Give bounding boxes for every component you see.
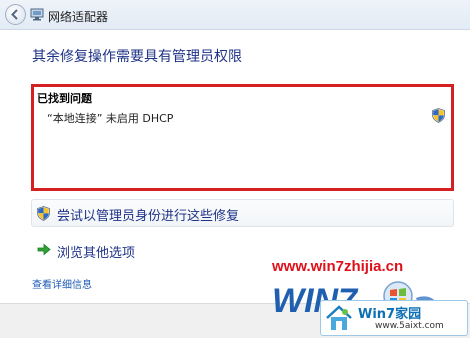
run-as-admin-fix-button[interactable]: 尝试以管理员身份进行这些修复 [31,199,454,227]
problems-found-panel: 已找到问题 “本地连接” 未启用 DHCP [31,84,454,191]
watermark-url: www.win7zhijia.cn [272,258,404,275]
back-arrow-icon [11,9,18,20]
green-arrow-icon [37,243,51,256]
view-details-link[interactable]: 查看详细信息 [32,276,92,291]
window-title: 网络适配器 [48,10,109,24]
browse-other-options-label: 浏览其他选项 [57,246,136,261]
title-bar: 网络适配器 [0,0,470,30]
network-adapter-icon [30,8,44,21]
uac-shield-icon [432,108,445,123]
uac-shield-icon [37,206,50,221]
win7-home-badge: Win7家园 www.5aixt.com [320,300,468,336]
page-heading: 其余修复操作需要具有管理员权限 [32,49,242,65]
problem-item[interactable]: “本地连接” 未启用 DHCP [47,110,173,126]
browse-other-options-button[interactable]: 浏览其他选项 [31,238,291,262]
problems-title: 已找到问题 [37,92,92,105]
house-icon [326,305,352,330]
watermark-site-domain: www.5aixt.com [375,321,444,331]
back-button[interactable] [5,4,26,25]
watermark-site-name: Win7家园 [358,307,422,322]
run-as-admin-fix-label: 尝试以管理员身份进行这些修复 [57,209,240,224]
